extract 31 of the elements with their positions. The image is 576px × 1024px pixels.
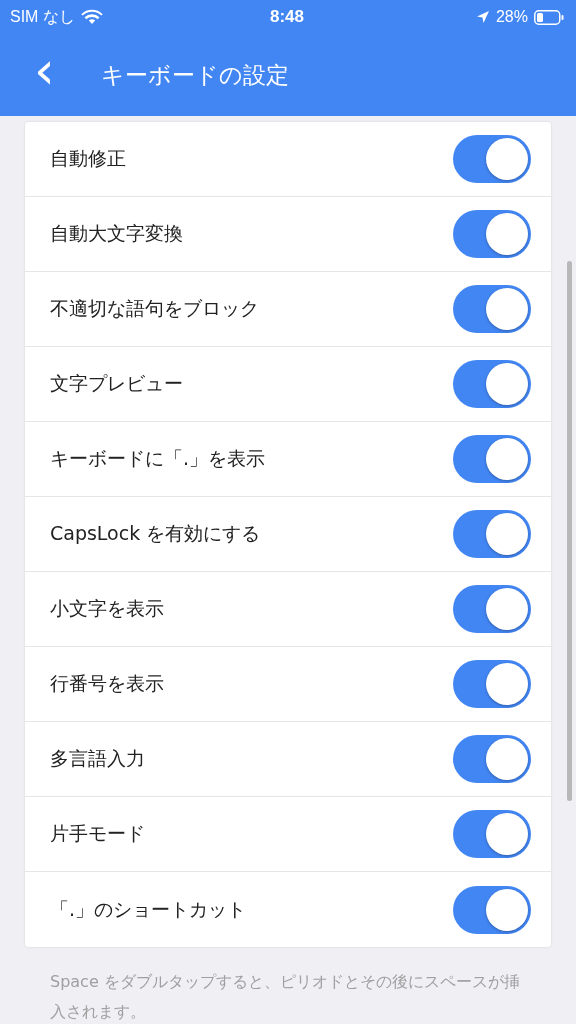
screen-title: キーボードの設定 <box>100 60 289 90</box>
footnote-text: Space をダブルタップすると、ピリオドとその後にスペースが挿入されます。 <box>49 971 521 1023</box>
toggle-switch[interactable] <box>453 210 531 258</box>
setting-label: 小文字を表示 <box>50 596 164 621</box>
toggle-switch[interactable] <box>453 735 531 783</box>
wifi-icon <box>80 9 103 25</box>
toggle-switch[interactable] <box>453 885 531 934</box>
toggle-switch[interactable] <box>453 285 531 333</box>
toggle-switch[interactable] <box>453 510 531 558</box>
battery-percentage: 28% <box>495 8 528 26</box>
toggle-switch[interactable] <box>453 135 531 183</box>
toggle-switch[interactable] <box>453 660 531 708</box>
setting-label: 「.」のショートカット <box>50 896 247 922</box>
setting-label: CapsLock を有効にする <box>50 521 261 546</box>
carrier-name: SIM なし <box>10 6 75 27</box>
setting-label: 多言語入力 <box>50 746 145 771</box>
toggle-switch[interactable] <box>453 810 531 858</box>
setting-label: キーボードに「.」を表示 <box>50 446 266 471</box>
location-arrow-icon <box>475 10 490 24</box>
toggle-switch[interactable] <box>453 360 531 408</box>
toggle-switch[interactable] <box>453 435 531 483</box>
toggle-switch[interactable] <box>453 585 531 633</box>
setting-label: 片手モード <box>50 821 145 846</box>
battery-icon <box>534 9 564 25</box>
setting-label: 自動修正 <box>50 146 126 171</box>
back-button[interactable]: ‹ <box>24 44 65 96</box>
setting-label: 自動大文字変換 <box>50 221 183 246</box>
setting-label: 行番号を表示 <box>50 671 164 696</box>
setting-label: 不適切な語句をブロック <box>50 296 259 321</box>
setting-label: 文字プレビュー <box>50 371 183 396</box>
clock-time: 8:48 <box>270 7 304 27</box>
